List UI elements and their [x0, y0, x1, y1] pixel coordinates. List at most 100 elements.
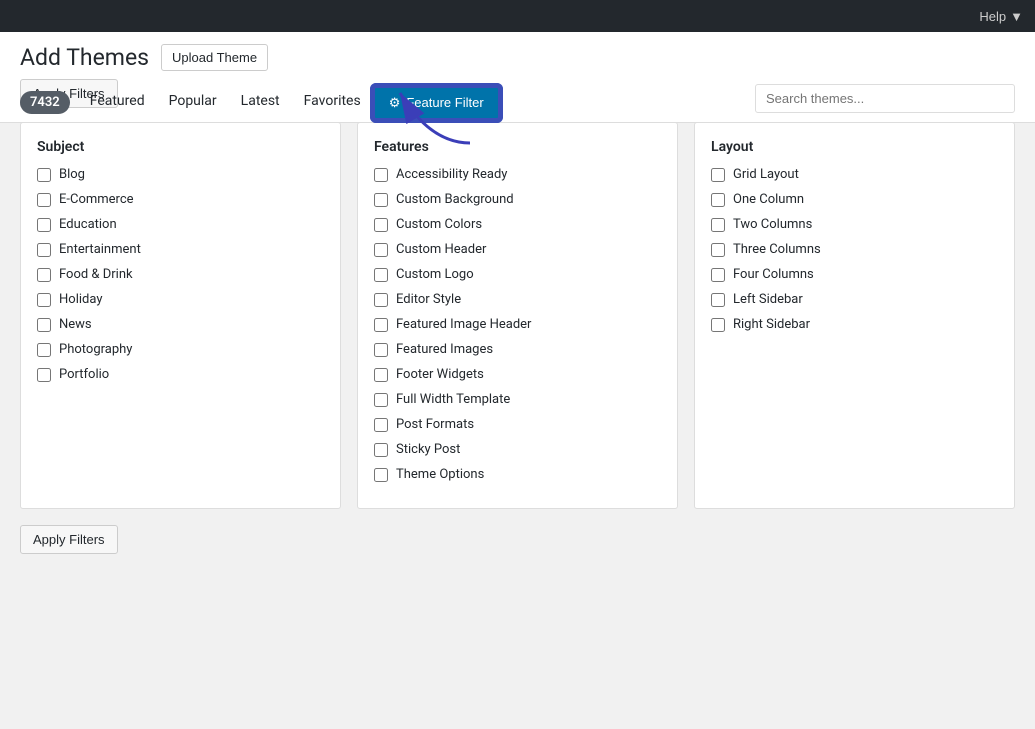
- nav-tabs: 7432 Featured Popular Latest Favorites ⚙…: [20, 83, 500, 122]
- filter-item-sticky-post: Sticky Post: [374, 442, 661, 457]
- checkbox-custom-colors[interactable]: [374, 218, 388, 232]
- subject-panel: Subject Blog E-Commerce Education Entert…: [20, 122, 341, 509]
- filter-item-custom-logo: Custom Logo: [374, 267, 661, 282]
- checkbox-one-column[interactable]: [711, 193, 725, 207]
- label-food-drink[interactable]: Food & Drink: [59, 267, 133, 282]
- nav-tabs-wrapper: 7432 Featured Popular Latest Favorites ⚙…: [20, 83, 1015, 122]
- checkbox-ecommerce[interactable]: [37, 193, 51, 207]
- checkbox-left-sidebar[interactable]: [711, 293, 725, 307]
- label-accessibility[interactable]: Accessibility Ready: [396, 167, 507, 182]
- checkbox-featured-images[interactable]: [374, 343, 388, 357]
- filter-item-ecommerce: E-Commerce: [37, 192, 324, 207]
- checkbox-custom-header[interactable]: [374, 243, 388, 257]
- features-panel: Features Accessibility Ready Custom Back…: [357, 122, 678, 509]
- label-entertainment[interactable]: Entertainment: [59, 242, 141, 257]
- label-custom-header[interactable]: Custom Header: [396, 242, 486, 257]
- label-holiday[interactable]: Holiday: [59, 292, 102, 307]
- filter-item-theme-options: Theme Options: [374, 467, 661, 482]
- checkbox-food-drink[interactable]: [37, 268, 51, 282]
- filter-item-featured-images: Featured Images: [374, 342, 661, 357]
- layout-panel: Layout Grid Layout One Column Two Column…: [694, 122, 1015, 509]
- search-input[interactable]: [755, 84, 1015, 113]
- filter-item-food-drink: Food & Drink: [37, 267, 324, 282]
- label-one-column[interactable]: One Column: [733, 192, 804, 207]
- gear-icon: ⚙: [389, 95, 401, 111]
- checkbox-accessibility[interactable]: [374, 168, 388, 182]
- label-education[interactable]: Education: [59, 217, 117, 232]
- feature-filter-label: Feature Filter: [406, 95, 483, 110]
- checkbox-news[interactable]: [37, 318, 51, 332]
- checkbox-blog[interactable]: [37, 168, 51, 182]
- label-portfolio[interactable]: Portfolio: [59, 367, 109, 382]
- checkbox-editor-style[interactable]: [374, 293, 388, 307]
- checkbox-three-columns[interactable]: [711, 243, 725, 257]
- label-custom-logo[interactable]: Custom Logo: [396, 267, 474, 282]
- help-label: Help: [979, 9, 1006, 24]
- filter-item-entertainment: Entertainment: [37, 242, 324, 257]
- filter-item-post-formats: Post Formats: [374, 417, 661, 432]
- top-bar: Help ▼: [0, 0, 1035, 32]
- filter-item-left-sidebar: Left Sidebar: [711, 292, 998, 307]
- checkbox-entertainment[interactable]: [37, 243, 51, 257]
- label-grid-layout[interactable]: Grid Layout: [733, 167, 799, 182]
- label-news[interactable]: News: [59, 317, 92, 332]
- label-post-formats[interactable]: Post Formats: [396, 417, 474, 432]
- filter-item-four-columns: Four Columns: [711, 267, 998, 282]
- features-title: Features: [374, 139, 661, 155]
- checkbox-right-sidebar[interactable]: [711, 318, 725, 332]
- label-four-columns[interactable]: Four Columns: [733, 267, 814, 282]
- checkbox-custom-background[interactable]: [374, 193, 388, 207]
- label-featured-images[interactable]: Featured Images: [396, 342, 493, 357]
- label-photography[interactable]: Photography: [59, 342, 132, 357]
- filter-item-portfolio: Portfolio: [37, 367, 324, 382]
- label-three-columns[interactable]: Three Columns: [733, 242, 821, 257]
- filter-item-right-sidebar: Right Sidebar: [711, 317, 998, 332]
- apply-filters-button-bottom[interactable]: Apply Filters: [20, 525, 118, 554]
- label-sticky-post[interactable]: Sticky Post: [396, 442, 460, 457]
- checkbox-footer-widgets[interactable]: [374, 368, 388, 382]
- tab-favorites[interactable]: Favorites: [292, 83, 373, 122]
- label-footer-widgets[interactable]: Footer Widgets: [396, 367, 484, 382]
- upload-theme-button[interactable]: Upload Theme: [161, 44, 268, 71]
- filter-item-editor-style: Editor Style: [374, 292, 661, 307]
- checkbox-education[interactable]: [37, 218, 51, 232]
- filter-item-three-columns: Three Columns: [711, 242, 998, 257]
- checkbox-full-width[interactable]: [374, 393, 388, 407]
- filter-item-custom-background: Custom Background: [374, 192, 661, 207]
- label-right-sidebar[interactable]: Right Sidebar: [733, 317, 810, 332]
- checkbox-four-columns[interactable]: [711, 268, 725, 282]
- checkbox-sticky-post[interactable]: [374, 443, 388, 457]
- label-ecommerce[interactable]: E-Commerce: [59, 192, 134, 207]
- label-full-width[interactable]: Full Width Template: [396, 392, 510, 407]
- label-theme-options[interactable]: Theme Options: [396, 467, 484, 482]
- filters-grid: Subject Blog E-Commerce Education Entert…: [20, 122, 1015, 509]
- checkbox-portfolio[interactable]: [37, 368, 51, 382]
- label-custom-background[interactable]: Custom Background: [396, 192, 514, 207]
- label-two-columns[interactable]: Two Columns: [733, 217, 812, 232]
- tab-popular[interactable]: Popular: [157, 83, 229, 122]
- checkbox-two-columns[interactable]: [711, 218, 725, 232]
- filter-item-news: News: [37, 317, 324, 332]
- checkbox-theme-options[interactable]: [374, 468, 388, 482]
- checkbox-grid-layout[interactable]: [711, 168, 725, 182]
- label-blog[interactable]: Blog: [59, 167, 85, 182]
- tab-featured[interactable]: Featured: [78, 83, 157, 122]
- tab-latest[interactable]: Latest: [229, 83, 292, 122]
- checkbox-holiday[interactable]: [37, 293, 51, 307]
- feature-filter-button[interactable]: ⚙ Feature Filter: [373, 86, 500, 120]
- checkbox-featured-image-header[interactable]: [374, 318, 388, 332]
- search-area: [755, 84, 1015, 121]
- checkbox-custom-logo[interactable]: [374, 268, 388, 282]
- label-featured-image-header[interactable]: Featured Image Header: [396, 317, 531, 332]
- filter-item-photography: Photography: [37, 342, 324, 357]
- filter-item-full-width: Full Width Template: [374, 392, 661, 407]
- label-custom-colors[interactable]: Custom Colors: [396, 217, 482, 232]
- label-editor-style[interactable]: Editor Style: [396, 292, 461, 307]
- filter-item-education: Education: [37, 217, 324, 232]
- checkbox-photography[interactable]: [37, 343, 51, 357]
- layout-title: Layout: [711, 139, 998, 155]
- help-button[interactable]: Help ▼: [979, 9, 1023, 24]
- filter-item-featured-image-header: Featured Image Header: [374, 317, 661, 332]
- label-left-sidebar[interactable]: Left Sidebar: [733, 292, 803, 307]
- checkbox-post-formats[interactable]: [374, 418, 388, 432]
